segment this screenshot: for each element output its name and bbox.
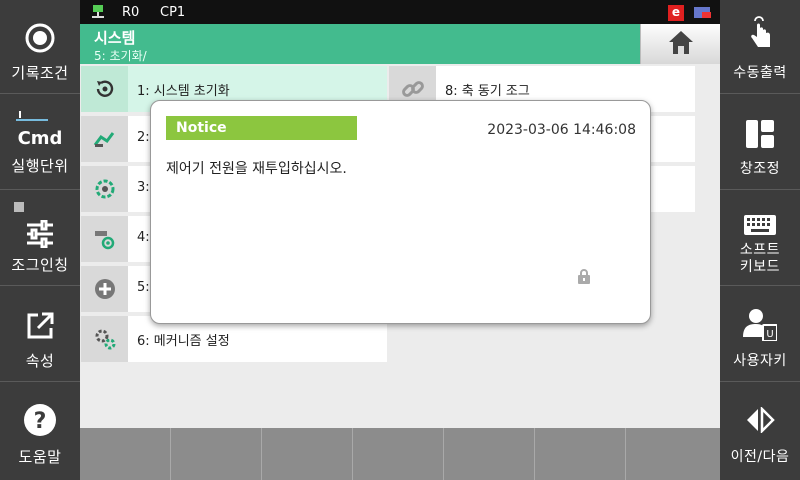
indicator-square-icon xyxy=(14,202,24,212)
function-key-3[interactable] xyxy=(262,428,353,480)
breadcrumb: 5: 초기화/ xyxy=(94,49,147,63)
menu-item-label: 3: xyxy=(137,180,150,195)
function-key-2[interactable] xyxy=(171,428,262,480)
gears-icon xyxy=(81,316,128,362)
svg-text:U: U xyxy=(766,329,773,340)
exec-unit-button[interactable]: Cmd 실행단위 xyxy=(0,96,80,190)
user-key-icon: U xyxy=(720,304,800,344)
menu-item-label: 2: xyxy=(137,130,150,145)
prev-next-icon xyxy=(720,400,800,440)
function-key-6[interactable] xyxy=(535,428,626,480)
function-key-4[interactable] xyxy=(353,428,444,480)
lock-icon xyxy=(578,269,590,288)
function-key-bar xyxy=(80,428,720,480)
notice-dialog[interactable]: Notice 2023-03-06 14:46:08 제어기 전원을 재투입하십… xyxy=(150,100,651,324)
sliders-icon xyxy=(0,214,80,254)
title-bar: 시스템 5: 초기화/ xyxy=(80,24,640,64)
status-bar: R0 CP1 e xyxy=(80,0,720,24)
left-sidebar: 기록조건 Cmd 실행단위 조그인칭 속성 ? 도움말 xyxy=(0,0,80,480)
program-indicator: CP1 xyxy=(160,5,186,20)
prev-next-label: 이전/다음 xyxy=(730,449,790,465)
error-badge: e xyxy=(668,5,684,21)
plus-circle-icon xyxy=(81,266,128,312)
home-icon xyxy=(668,29,694,59)
right-sidebar: 수동출력 창조정 소프트 키보드 U 사용자키 이전/다음 xyxy=(720,0,800,480)
keyboard-icon xyxy=(720,214,800,236)
help-button[interactable]: ? 도움말 xyxy=(0,384,80,478)
manual-output-button[interactable]: 수동출력 xyxy=(720,0,800,94)
tool-reset-icon xyxy=(81,216,128,262)
monitor-icon xyxy=(694,7,712,23)
function-key-5[interactable] xyxy=(444,428,535,480)
reset-icon xyxy=(81,66,128,112)
help-icon: ? xyxy=(0,400,80,440)
robot-arm-icon xyxy=(81,116,128,162)
step-line-icon xyxy=(0,106,80,124)
user-key-label: 사용자키 xyxy=(733,353,787,369)
window-adjust-label: 창조정 xyxy=(739,161,781,177)
window-layout-icon xyxy=(720,114,800,154)
menu-item-label: 1: 시스템 초기화 xyxy=(137,84,230,99)
help-label: 도움말 xyxy=(18,448,62,466)
page-title: 시스템 xyxy=(94,29,136,47)
soft-keyboard-label: 소프트 키보드 xyxy=(720,242,800,276)
record-icon xyxy=(0,18,80,58)
menu-item-label: 5: xyxy=(137,280,150,295)
home-button[interactable] xyxy=(640,24,720,64)
prev-next-button[interactable]: 이전/다음 xyxy=(720,384,800,478)
menu-item-label: 4: xyxy=(137,230,150,245)
gear-icon xyxy=(81,166,128,212)
touch-hand-icon xyxy=(720,14,800,54)
svg-text:?: ? xyxy=(34,409,47,434)
jog-inching-label: 조그인칭 xyxy=(11,256,69,274)
exec-unit-label: 실행단위 xyxy=(11,157,69,175)
dialog-message: 제어기 전원을 재투입하십시오. xyxy=(166,161,347,177)
dialog-timestamp: 2023-03-06 14:46:08 xyxy=(487,122,636,138)
dialog-title: Notice xyxy=(166,116,357,140)
soft-keyboard-label-line2: 키보드 xyxy=(739,259,781,275)
properties-button[interactable]: 속성 xyxy=(0,288,80,382)
robot-indicator: R0 xyxy=(122,5,140,20)
record-condition-button[interactable]: 기록조건 xyxy=(0,0,80,94)
network-icon xyxy=(91,5,105,23)
properties-label: 속성 xyxy=(25,352,55,370)
external-link-icon xyxy=(0,306,80,346)
soft-keyboard-button[interactable]: 소프트 키보드 xyxy=(720,192,800,286)
cmd-icon: Cmd xyxy=(17,128,63,149)
manual-output-label: 수동출력 xyxy=(733,65,787,81)
menu-item-label: 6: 메커니즘 설정 xyxy=(137,334,230,349)
user-key-button[interactable]: U 사용자키 xyxy=(720,288,800,382)
function-key-1[interactable] xyxy=(80,428,171,480)
function-key-7[interactable] xyxy=(626,428,720,480)
menu-item-label: 8: 축 동기 조그 xyxy=(445,84,530,99)
soft-keyboard-label-line1: 소프트 xyxy=(739,242,781,258)
jog-inching-button[interactable]: 조그인칭 xyxy=(0,192,80,286)
record-condition-label: 기록조건 xyxy=(11,64,69,82)
window-adjust-button[interactable]: 창조정 xyxy=(720,96,800,190)
